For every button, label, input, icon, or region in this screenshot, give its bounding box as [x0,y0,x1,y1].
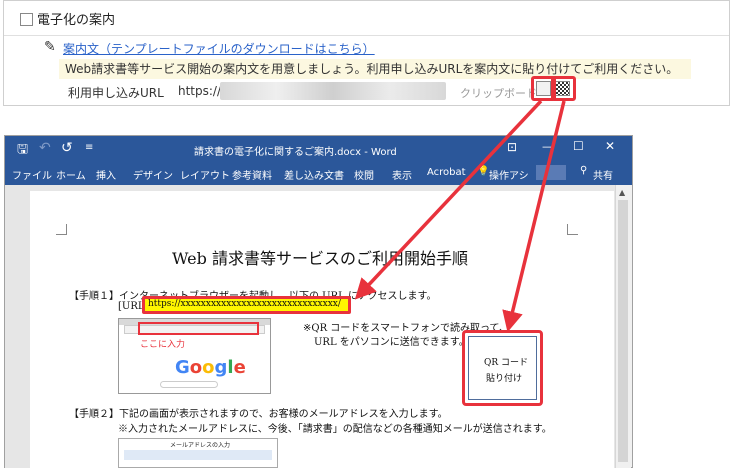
arrow-qr-to-box [502,100,566,333]
arrow-copy-to-url [354,99,543,300]
annotation-arrows [354,99,566,333]
